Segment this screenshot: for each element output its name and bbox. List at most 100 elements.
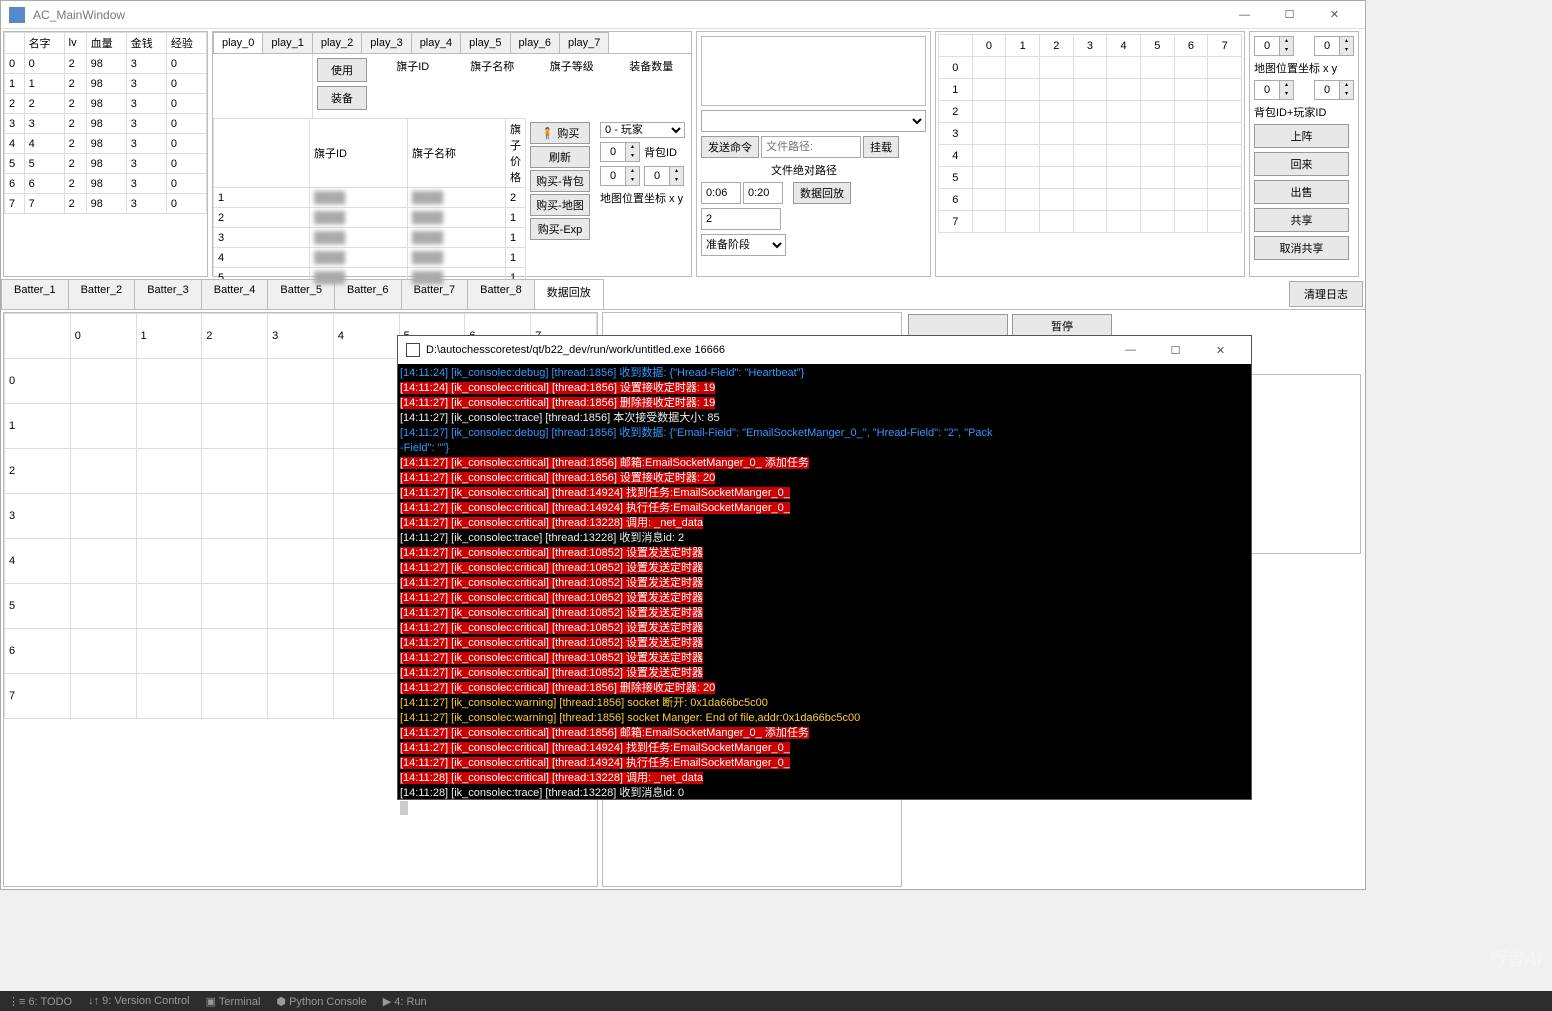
table-cell[interactable]: 2 [64,114,86,134]
grid-cell[interactable] [136,404,202,449]
grid-cell[interactable] [1107,101,1141,123]
grid-cell[interactable] [1006,79,1040,101]
grid-cell[interactable] [70,584,136,629]
bag-id-spin[interactable]: ▴▾ [600,142,640,162]
taskbar-run[interactable]: ▶ 4: Run [383,995,427,1008]
grid-cell[interactable] [1006,145,1040,167]
table-cell[interactable]: 0 [166,154,206,174]
grid-cell[interactable] [333,494,399,539]
play-tab-1[interactable]: play_1 [262,32,312,53]
table-cell[interactable]: ████ [407,248,505,268]
grid-cell[interactable] [1073,167,1107,189]
table-cell[interactable]: 3 [126,74,166,94]
grid-cell[interactable] [1073,211,1107,233]
grid-cell[interactable] [268,449,334,494]
grid-cell[interactable] [136,359,202,404]
console-minimize[interactable]: — [1108,336,1153,364]
grid-cell[interactable] [1140,189,1174,211]
table-cell[interactable]: 98 [86,174,126,194]
table-cell[interactable]: 1 [24,74,64,94]
file-path-input[interactable] [761,136,861,158]
grid-cell[interactable] [1039,167,1073,189]
grid-cell[interactable] [1073,123,1107,145]
grid-cell[interactable] [268,539,334,584]
grid-cell[interactable] [972,123,1006,145]
grid-cell[interactable] [1208,211,1242,233]
table-cell[interactable]: 3 [126,174,166,194]
grid-cell[interactable] [1208,123,1242,145]
table-cell[interactable]: 0 [166,174,206,194]
pos-y-spin[interactable]: ▴▾ [1314,36,1354,56]
table-cell[interactable]: 4 [5,134,25,154]
grid-cell[interactable] [1039,211,1073,233]
cmd-select[interactable] [701,110,926,132]
grid-cell[interactable] [1174,79,1208,101]
send-cmd-button[interactable]: 发送命令 [701,136,759,158]
grid-cell[interactable] [972,101,1006,123]
table-cell[interactable]: 2 [24,94,64,114]
grid-cell[interactable] [1174,167,1208,189]
grid-cell[interactable] [1140,123,1174,145]
grid-cell[interactable] [1107,167,1141,189]
grid-cell[interactable] [202,584,268,629]
grid-cell[interactable] [1174,101,1208,123]
play-tab-2[interactable]: play_2 [312,32,362,53]
table-cell[interactable]: 2 [64,134,86,154]
play-tab-4[interactable]: play_4 [411,32,461,53]
table-cell[interactable]: 3 [214,228,310,248]
table-cell[interactable]: 2 [64,54,86,74]
maximize-button[interactable]: ☐ [1267,1,1312,29]
grid-cell[interactable] [1174,189,1208,211]
table-cell[interactable]: 0 [166,74,206,94]
play-tab-5[interactable]: play_5 [460,32,510,53]
table-cell[interactable]: 98 [86,94,126,114]
table-cell[interactable]: ████ [310,248,408,268]
table-cell[interactable]: 3 [126,134,166,154]
grid-cell[interactable] [1039,101,1073,123]
grid-cell[interactable] [333,629,399,674]
console-maximize[interactable]: ☐ [1153,336,1198,364]
table-cell[interactable]: 1 [214,188,310,208]
val-input[interactable] [701,208,781,230]
grid-cell[interactable] [1006,123,1040,145]
table-cell[interactable]: 5 [24,154,64,174]
grid-cell[interactable] [136,539,202,584]
grid-cell[interactable] [1140,79,1174,101]
table-cell[interactable]: 98 [86,54,126,74]
batter-tab-7[interactable]: Batter_8 [467,279,535,309]
grid-cell[interactable] [1107,211,1141,233]
grid-cell[interactable] [972,211,1006,233]
table-cell[interactable]: 1 [505,228,525,248]
batter-tab-2[interactable]: Batter_3 [134,279,202,309]
buy-bag-button[interactable]: 购买-背包 [530,170,590,192]
grid-cell[interactable] [1006,189,1040,211]
grid-cell[interactable] [268,584,334,629]
taskbar-todo[interactable]: ⋮≡ 6: TODO [8,995,72,1008]
table-cell[interactable]: 3 [5,114,25,134]
replay-button[interactable]: 数据回放 [793,182,851,204]
table-cell[interactable]: 1 [505,248,525,268]
table-cell[interactable]: 7 [5,194,25,214]
grid-cell[interactable] [136,629,202,674]
table-cell[interactable]: 98 [86,134,126,154]
grid-cell[interactable] [972,79,1006,101]
grid-cell[interactable] [1174,123,1208,145]
grid-cell[interactable] [268,629,334,674]
table-cell[interactable]: 6 [5,174,25,194]
grid-cell[interactable] [1140,167,1174,189]
table-cell[interactable]: 2 [64,154,86,174]
table-cell[interactable]: 6 [24,174,64,194]
grid-cell[interactable] [70,359,136,404]
time1-input[interactable] [701,182,741,204]
table-cell[interactable]: 98 [86,74,126,94]
grid-cell[interactable] [202,494,268,539]
batter-tab-0[interactable]: Batter_1 [1,279,69,309]
grid-cell[interactable] [136,494,202,539]
bag-spin[interactable]: ▴▾ [1254,80,1294,100]
grid-cell[interactable] [972,57,1006,79]
taskbar-terminal[interactable]: ▣ Terminal [206,995,261,1008]
grid-cell[interactable] [268,494,334,539]
map-x-spin[interactable]: ▴▾ [600,166,640,186]
table-cell[interactable]: 3 [126,154,166,174]
grid-cell[interactable] [1140,211,1174,233]
